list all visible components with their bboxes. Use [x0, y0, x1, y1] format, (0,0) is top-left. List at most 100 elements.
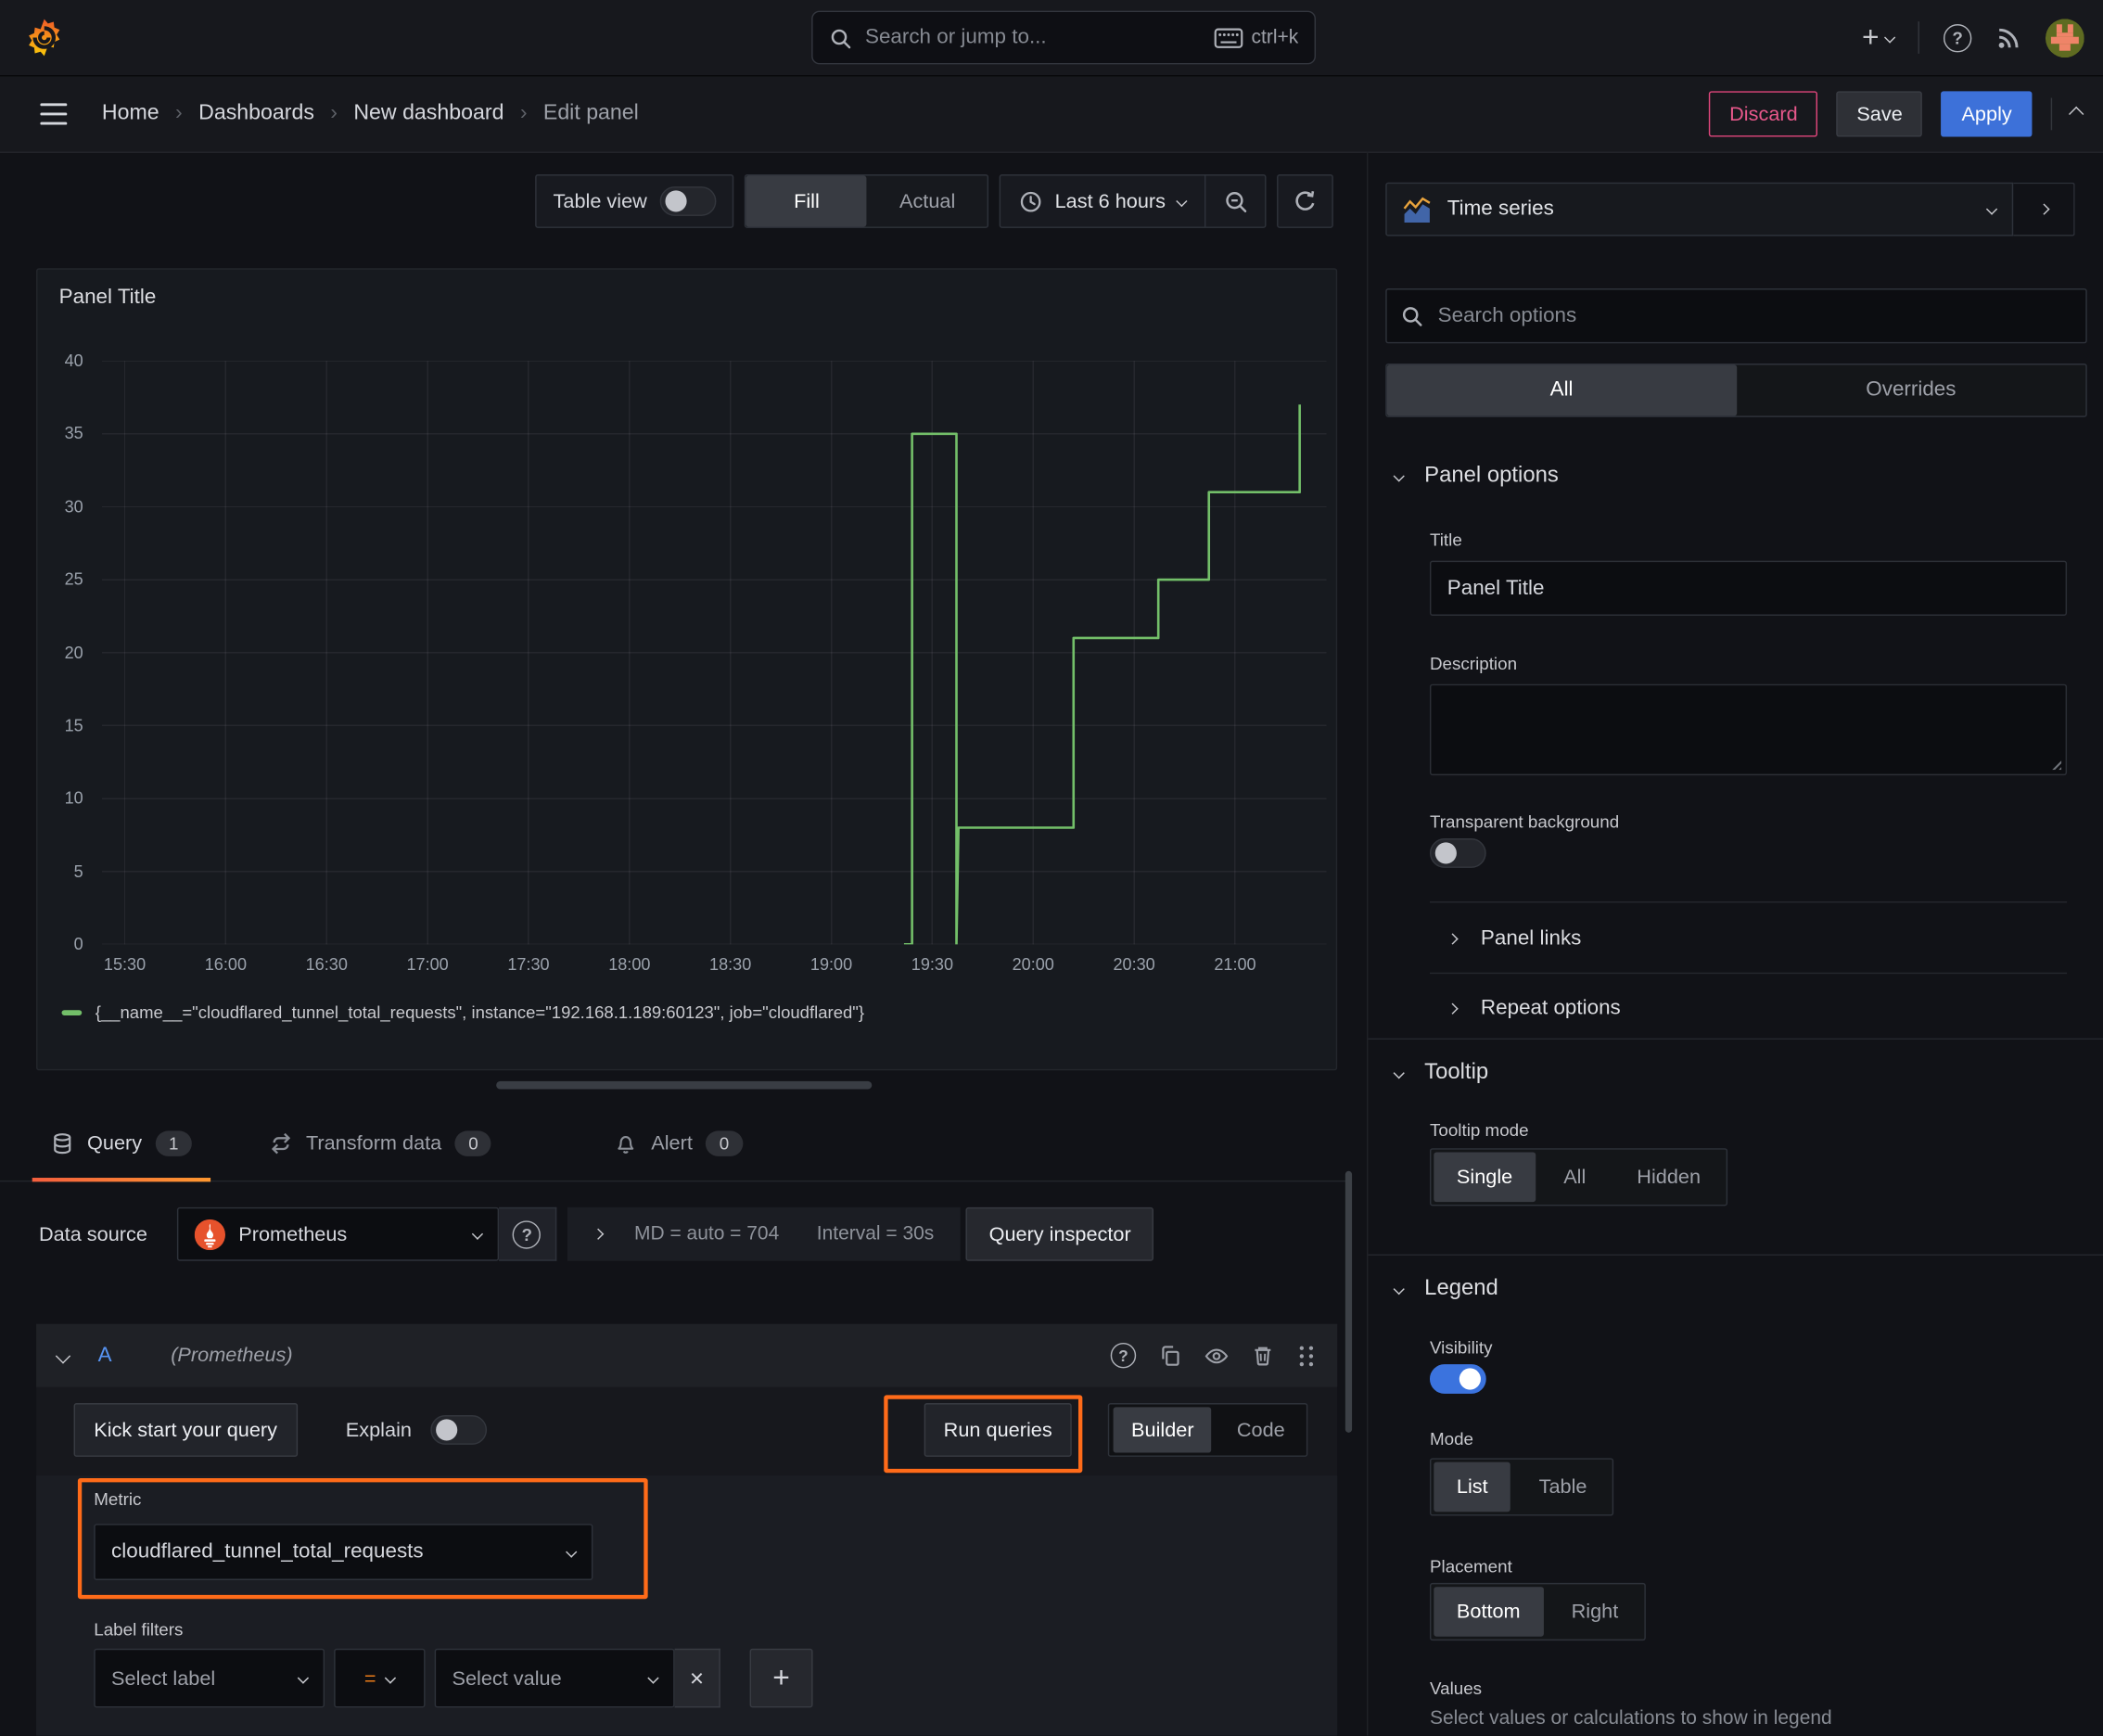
datasource-label: Data source [38, 1222, 147, 1246]
panel-links-section[interactable]: Panel links [1447, 927, 1581, 951]
y-tick-label: 25 [64, 569, 83, 590]
collapse-header-icon[interactable] [2068, 106, 2084, 122]
chart-plot[interactable] [101, 361, 1327, 945]
y-tick-label: 30 [64, 497, 83, 517]
options-search[interactable] [1385, 287, 2087, 344]
help-icon[interactable]: ? [1943, 23, 1972, 52]
remove-filter-button[interactable]: × [674, 1648, 720, 1708]
add-filter-button[interactable]: + [749, 1648, 813, 1708]
legend-table-option[interactable]: Table [1516, 1462, 1610, 1513]
select-value-dropdown[interactable]: Select value [434, 1648, 675, 1708]
legend-series-label[interactable]: {__name__="cloudflared_tunnel_total_requ… [96, 1002, 864, 1023]
metric-select[interactable]: cloudflared_tunnel_total_requests [94, 1524, 593, 1580]
collapse-query-icon[interactable] [55, 1347, 71, 1363]
news-rss-icon[interactable] [1995, 25, 2020, 50]
divider [1429, 972, 2068, 975]
options-search-input[interactable] [1434, 302, 2072, 330]
chevron-down-icon [297, 1672, 310, 1684]
main-scrollbar[interactable] [1345, 1170, 1353, 1433]
tooltip-single-option[interactable]: Single [1434, 1152, 1536, 1203]
search-input[interactable] [862, 24, 1204, 51]
legend-list-option[interactable]: List [1434, 1462, 1511, 1513]
collapse-options-pane-button[interactable] [2013, 182, 2075, 236]
transparent-background-toggle[interactable] [1429, 838, 1486, 868]
chevron-down-icon [471, 1228, 483, 1240]
interval-stat: Interval = 30s [816, 1223, 935, 1245]
table-view-toggle[interactable] [660, 186, 718, 216]
query-actions-row: Kick start your query Explain Run querie… [73, 1403, 1308, 1457]
select-label-placeholder: Select label [111, 1666, 216, 1690]
explain-toggle-group: Explain [346, 1415, 487, 1445]
apply-button[interactable]: Apply [1941, 91, 2033, 137]
tab-transform-data[interactable]: Transform data 0 [251, 1106, 511, 1181]
builder-option[interactable]: Builder [1114, 1407, 1212, 1453]
placement-right-option[interactable]: Right [1549, 1587, 1641, 1637]
bell-icon [615, 1132, 638, 1155]
breadcrumb-dashboards[interactable]: Dashboards [198, 102, 314, 126]
delete-query-icon[interactable] [1252, 1344, 1275, 1367]
legend-mode-label: Mode [1429, 1428, 1474, 1449]
grafana-logo-icon[interactable] [24, 18, 64, 57]
datasource-help-button[interactable]: ? [498, 1206, 557, 1261]
tab-query-label: Query [87, 1131, 143, 1155]
query-inspector-button[interactable]: Query inspector [965, 1206, 1154, 1261]
code-option[interactable]: Code [1219, 1407, 1302, 1452]
chevron-down-icon [1393, 469, 1405, 481]
x-tick-label: 15:30 [103, 954, 147, 975]
tab-overrides[interactable]: Overrides [1736, 364, 2085, 415]
resize-corner-icon[interactable] [2047, 756, 2062, 771]
time-range-picker[interactable]: Last 6 hours [1001, 190, 1204, 212]
duplicate-query-icon[interactable] [1159, 1344, 1182, 1367]
legend-title: Legend [1424, 1275, 1498, 1300]
description-textarea[interactable] [1429, 683, 2068, 776]
tooltip-section-header[interactable]: Tooltip [1393, 1060, 1488, 1085]
user-avatar[interactable] [2045, 18, 2084, 57]
menu-toggle-icon[interactable] [40, 103, 68, 125]
datasource-name: Prometheus [238, 1222, 348, 1246]
transform-icon [270, 1132, 293, 1155]
visualization-picker[interactable]: Time series [1385, 182, 2014, 236]
run-queries-button[interactable]: Run queries [923, 1403, 1073, 1457]
tab-alert[interactable]: Alert 0 [596, 1106, 761, 1181]
transparent-background-label: Transparent background [1429, 811, 1620, 832]
placement-bottom-option[interactable]: Bottom [1434, 1587, 1544, 1637]
divider [1429, 901, 2068, 903]
fill-option[interactable]: Fill [746, 175, 868, 227]
explain-toggle[interactable] [430, 1415, 487, 1445]
select-label-dropdown[interactable]: Select label [94, 1648, 325, 1708]
refresh-button[interactable] [1277, 174, 1333, 228]
tooltip-all-option[interactable]: All [1541, 1153, 1609, 1203]
y-tick-label: 0 [73, 935, 83, 954]
datasource-row: Data source Prometheus ? MD = auto = 704… [36, 1206, 1337, 1261]
discard-button[interactable]: Discard [1709, 91, 1818, 137]
new-menu-button[interactable]: + [1862, 22, 1896, 53]
save-button[interactable]: Save [1836, 91, 1923, 137]
hide-query-icon[interactable] [1204, 1344, 1229, 1368]
breadcrumb-new-dashboard[interactable]: New dashboard [353, 102, 503, 126]
kick-start-button[interactable]: Kick start your query [73, 1403, 298, 1457]
operator-dropdown[interactable]: = [334, 1648, 426, 1708]
query-help-icon[interactable]: ? [1110, 1342, 1137, 1369]
tooltip-hidden-option[interactable]: Hidden [1614, 1153, 1724, 1203]
tab-all[interactable]: All [1386, 364, 1737, 416]
drag-handle-grip-icon[interactable] [1297, 1344, 1316, 1368]
query-options-bar[interactable]: MD = auto = 704 Interval = 30s [567, 1206, 962, 1261]
zoom-out-button[interactable] [1204, 175, 1265, 227]
repeat-options-section[interactable]: Repeat options [1447, 997, 1621, 1021]
query-row-header[interactable]: A (Prometheus) ? [36, 1323, 1338, 1387]
panel-options-section-header[interactable]: Panel options [1393, 463, 1559, 488]
legend-section-header[interactable]: Legend [1393, 1275, 1498, 1301]
panel-title-input[interactable] [1429, 560, 2068, 616]
breadcrumb-home[interactable]: Home [102, 102, 159, 126]
query-ref-id: A [97, 1343, 112, 1367]
legend-visibility-toggle[interactable] [1429, 1364, 1486, 1394]
panel-toolbar: Table view Fill Actual Last 6 hours [535, 174, 1333, 228]
top-bar: ctrl+k + ? [0, 0, 2103, 77]
tab-query[interactable]: Query 1 [32, 1106, 211, 1182]
resize-drag-handle[interactable] [496, 1080, 873, 1090]
actual-option[interactable]: Actual [867, 175, 988, 226]
alert-count-badge: 0 [706, 1130, 743, 1156]
datasource-picker[interactable]: Prometheus [176, 1206, 499, 1261]
title-field-label: Title [1429, 530, 1462, 551]
global-search[interactable]: ctrl+k [811, 10, 1317, 65]
